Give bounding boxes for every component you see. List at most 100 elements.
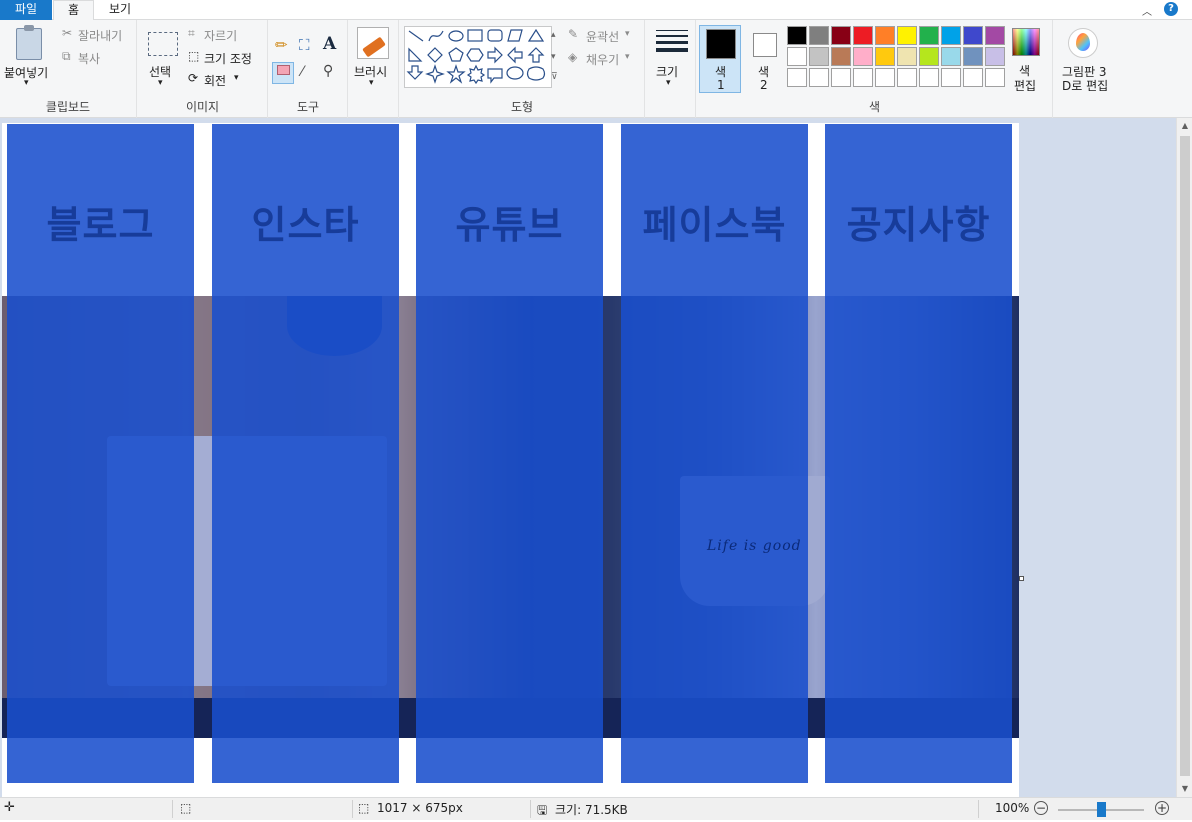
palette-swatch[interactable] [875,26,895,45]
color1-swatch [706,29,736,59]
menu-column-label: 블로그 [46,203,155,247]
palette-swatch[interactable] [809,68,829,87]
brush-icon[interactable] [357,27,389,59]
palette-swatch[interactable] [963,47,983,66]
menu-column-label: 유튜브 [455,203,564,247]
palette-swatch[interactable] [897,26,917,45]
palette-swatch[interactable] [985,26,1005,45]
scroll-down-icon[interactable]: ▼ [1177,781,1192,797]
image-size-icon: ⬚ [358,801,370,815]
palette-swatch[interactable] [963,68,983,87]
paint3d-group: 그림판 3 D로 편집 [1054,20,1116,118]
paste-icon[interactable] [16,25,42,60]
shapes-scroll-up-icon[interactable]: ▴ [551,30,556,40]
collapse-ribbon-icon[interactable]: ︿ [1142,3,1152,18]
colors-group-label: 색 [868,100,881,114]
palette-swatch[interactable] [919,26,939,45]
pencil-icon[interactable]: ✏ [275,36,288,54]
palette-swatch[interactable] [787,68,807,87]
text-tool-icon[interactable]: A [323,34,336,54]
tools-group-label: 도구 [296,100,320,114]
crop-button[interactable]: 자르기 [204,27,237,44]
palette-swatch[interactable] [853,47,873,66]
palette-swatch[interactable] [875,68,895,87]
image-canvas[interactable]: 블로그 인스타 유튜브 페이스북 공지사항 Life is good [2,123,1019,797]
paint3d-icon[interactable] [1068,28,1098,58]
paint3d-label-2[interactable]: D로 편집 [1062,77,1108,94]
rotate-icon: ⟳ [188,71,199,85]
outline-button[interactable]: 윤곽선 [586,28,619,45]
palette-swatch[interactable] [985,47,1005,66]
rotate-dropdown-icon[interactable]: ▾ [234,73,239,83]
palette-swatch[interactable] [897,68,917,87]
select-dropdown-icon[interactable]: ▾ [158,78,163,88]
palette-swatch[interactable] [809,47,829,66]
vertical-scrollbar[interactable]: ▲ ▼ [1176,118,1192,797]
shapes-group: ▴ ▾ ⊽ ✎ 윤곽선 ▾ ◈ 채우기 ▾ 도형 [400,20,645,118]
palette-swatch[interactable] [853,26,873,45]
fill-icon: ◈ [568,50,578,64]
menu-column: 블로그 [7,124,194,783]
copy-button[interactable]: 복사 [78,50,100,67]
palette-swatch[interactable] [897,47,917,66]
image-dimensions: 1017 × 675px [377,801,463,815]
scroll-up-icon[interactable]: ▲ [1177,118,1192,134]
palette-swatch[interactable] [787,26,807,45]
palette-swatch[interactable] [831,26,851,45]
line-size-icon[interactable] [656,30,688,56]
tab-view[interactable]: 보기 [96,0,144,20]
palette-swatch[interactable] [941,68,961,87]
size-group: 크기 ▾ [646,20,696,118]
size-dropdown-icon[interactable]: ▾ [666,78,671,88]
palette-swatch[interactable] [985,68,1005,87]
edit-colors-icon[interactable] [1012,28,1040,56]
tab-file[interactable]: 파일 [0,0,52,20]
zoom-in-icon[interactable]: + [1155,801,1169,815]
zoom-out-icon[interactable]: − [1034,801,1048,815]
outline-icon: ✎ [568,27,579,41]
fill-bucket-icon[interactable]: ⛶ [299,36,310,54]
zoom-slider-thumb[interactable] [1097,802,1106,817]
fill-button[interactable]: 채우기 [586,51,619,68]
canvas-resize-handle[interactable] [1019,576,1024,581]
magnifier-icon[interactable]: ⚲ [323,63,333,79]
rotate-button[interactable]: 회전 [204,72,226,89]
help-icon[interactable]: ? [1164,2,1178,16]
paste-dropdown-icon[interactable]: ▾ [24,78,29,88]
scrollbar-thumb[interactable] [1180,136,1190,776]
palette-swatch[interactable] [853,68,873,87]
palette-swatch[interactable] [963,26,983,45]
palette-swatch[interactable] [787,47,807,66]
menu-column: 페이스북 [621,124,808,783]
palette-swatch[interactable] [941,47,961,66]
palette-swatch[interactable] [919,47,939,66]
shapes-expand-icon[interactable]: ⊽ [551,72,558,82]
palette-swatch[interactable] [831,47,851,66]
colors-group: 색 1 색 2 색 편집 색 [697,20,1053,118]
shapes-scroll-down-icon[interactable]: ▾ [551,52,556,62]
brushes-dropdown-icon[interactable]: ▾ [369,78,374,88]
palette-swatch[interactable] [941,26,961,45]
color2-swatch[interactable] [753,33,777,57]
outline-dropdown-icon[interactable]: ▾ [625,29,630,39]
palette-swatch[interactable] [919,68,939,87]
tab-home[interactable]: 홈 [53,0,94,21]
resize-button[interactable]: 크기 조정 [204,50,252,67]
palette-swatch[interactable] [831,68,851,87]
crop-icon: ⌗ [188,26,195,40]
palette-swatch[interactable] [875,47,895,66]
palette-swatch[interactable] [809,26,829,45]
menu-column: 유튜브 [416,124,603,783]
canvas-workspace[interactable]: 블로그 인스타 유튜브 페이스북 공지사항 Life is good [0,118,1176,797]
mug-text: Life is good [707,538,802,554]
shapes-gallery[interactable] [404,26,552,88]
ribbon-tab-bar: 파일 홈 보기 ︿ ? [0,0,1192,21]
fill-dropdown-icon[interactable]: ▾ [625,52,630,62]
menu-column: 공지사항 [825,124,1012,783]
cut-button[interactable]: 잘라내기 [78,27,122,44]
select-icon[interactable] [148,32,178,56]
shapes-group-label: 도형 [510,100,534,114]
selection-size-icon: ⬚ [180,801,192,815]
color-picker-icon[interactable]: ⁄ [301,64,303,80]
edit-colors-label-2[interactable]: 편집 [1014,77,1036,94]
